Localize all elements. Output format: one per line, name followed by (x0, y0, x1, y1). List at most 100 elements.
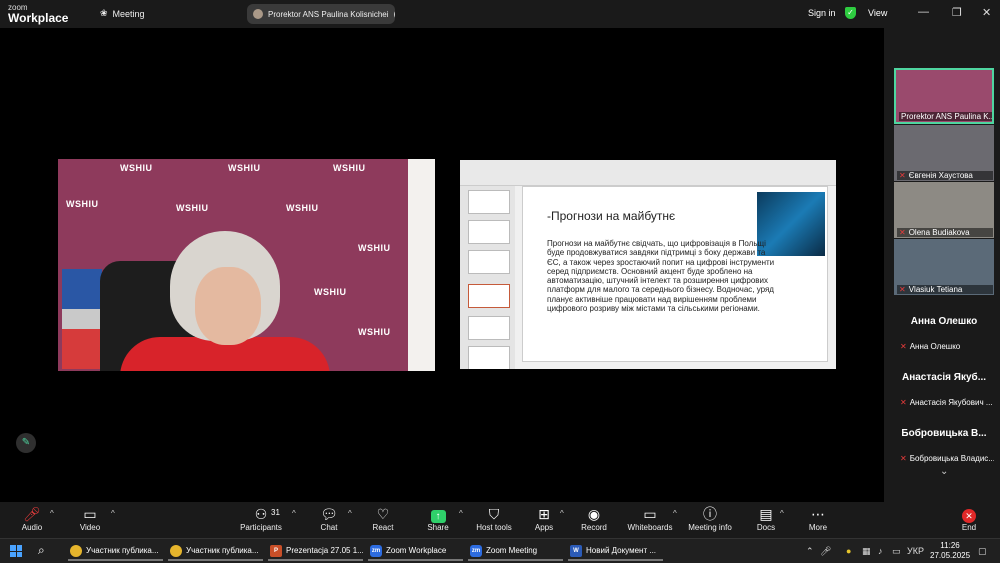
video-caret-icon[interactable]: ^ (111, 509, 115, 518)
muted-mic-icon: ✕ (900, 454, 907, 463)
docs-icon: ▤ (759, 506, 773, 522)
gallery-name: ✕ Vlasiuk Tetiana (897, 285, 993, 294)
sign-in-button[interactable]: Sign in (808, 8, 836, 18)
chat-caret-icon[interactable]: ^ (348, 509, 352, 518)
notifications-icon[interactable]: ▢ (978, 546, 987, 557)
annotate-pencil-icon[interactable]: ✎ (16, 433, 36, 453)
chat-label: Chat (320, 523, 338, 532)
docs-caret-icon[interactable]: ^ (780, 509, 784, 518)
participants-icon: ⚇ (254, 506, 268, 522)
participants-caret-icon[interactable]: ^ (292, 509, 296, 518)
active-speaker-pill[interactable]: Prorektor ANS Paulina Kolisnichei ··· (247, 4, 395, 24)
record-button[interactable]: ◉ Record (564, 505, 624, 532)
windows-start-icon[interactable] (10, 545, 22, 557)
gallery-name: ✕ Євгенія Хаустова (897, 171, 993, 180)
share-label: Share (427, 523, 449, 532)
info-icon: ⓘ (703, 506, 717, 522)
slide-thumbnail[interactable] (468, 220, 510, 244)
slide-thumbnail[interactable] (468, 316, 510, 340)
restore-icon[interactable]: ❐ (952, 6, 962, 19)
end-label: End (961, 523, 977, 532)
muted-mic-icon: ✕ (900, 398, 907, 407)
more-button[interactable]: ⋯ More (788, 505, 848, 532)
record-icon: ◉ (587, 506, 601, 522)
participant-name-text: Бобровицька Владис... (909, 454, 994, 463)
scroll-down-chevron-icon[interactable]: ⌄ (940, 466, 948, 477)
minimize-icon[interactable]: — (918, 6, 929, 18)
participants-label: Participants (240, 523, 282, 532)
end-button[interactable]: ✕ End (939, 505, 999, 532)
taskbar-item-label: Участник публика... (186, 546, 259, 555)
heart-icon: ♡ (376, 506, 390, 522)
react-label: React (372, 523, 394, 532)
share-arrow-icon: ↑ (430, 510, 446, 523)
taskbar-item[interactable]: W Новий Документ ... (568, 542, 663, 561)
end-x-icon: ✕ (962, 509, 976, 523)
network-icon[interactable]: ▦ (862, 546, 871, 557)
shield-check-icon[interactable]: ✓ (845, 7, 856, 19)
gallery-tile[interactable]: Prorektor ANS Paulina K... (894, 68, 994, 124)
taskbar-item[interactable]: P Prezentacja 27.05 1... (268, 542, 363, 561)
close-icon[interactable]: ✕ (982, 6, 991, 19)
current-slide: -Прогнози на майбутнє Прогнози на майбут… (522, 186, 828, 362)
participant-tile[interactable]: Бобровицька В... ✕ Бобровицька Владис... (894, 412, 994, 468)
banner-brand: WSHIU (286, 203, 319, 213)
taskbar-item-label: Prezentacja 27.05 1... (286, 546, 363, 555)
powerpoint-icon: P (270, 544, 282, 557)
audio-caret-icon[interactable]: ^ (50, 509, 54, 518)
banner-brand: WSHIU (228, 163, 261, 173)
gallery-name: Prorektor ANS Paulina K... (899, 112, 994, 121)
gallery-tile[interactable]: ✕ Olena Budiakova (894, 182, 994, 238)
slide-thumbnails[interactable] (460, 186, 515, 369)
slide-thumbnail-active[interactable] (468, 284, 510, 308)
avatar (253, 9, 263, 19)
taskbar-item[interactable]: Участник публика... (168, 542, 263, 561)
participant-name-text: Анна Олешко (909, 342, 961, 351)
battery-icon[interactable]: ▭ (892, 546, 901, 557)
speaker-video-tile[interactable]: WSHIU WSHIU WSHIU WSHIU WSHIU WSHIU WSHI… (58, 159, 435, 371)
powerpoint-ribbon (460, 160, 836, 186)
more-options-icon[interactable]: ··· (393, 8, 395, 20)
gallery-tile[interactable]: ✕ Vlasiuk Tetiana (894, 239, 994, 295)
participants-count-badge: 31 (271, 508, 280, 517)
slide-thumbnail[interactable] (468, 250, 510, 274)
gallery-tile[interactable]: ✕ Євгенія Хаустова (894, 125, 994, 181)
taskbar-item-label: Zoom Meeting (486, 546, 538, 555)
meeting-info-button[interactable]: ⓘ Meeting info (680, 505, 740, 532)
windows-taskbar: ⌕ Участник публика... Участник публика..… (0, 538, 1000, 563)
whiteboards-label: Whiteboards (627, 523, 673, 532)
app-tray-icon[interactable]: ● (846, 546, 851, 556)
whiteboards-caret-icon[interactable]: ^ (673, 509, 677, 518)
gallery-name: ✕ Olena Budiakova (897, 228, 993, 237)
slide-thumbnail[interactable] (468, 190, 510, 214)
shared-screen-tile[interactable]: -Прогнози на майбутнє Прогнози на майбут… (460, 160, 836, 369)
language-indicator[interactable]: УКР (907, 546, 924, 556)
participant-tile[interactable]: Анна Олешко ✕ Анна Олешко (894, 300, 994, 356)
view-button[interactable]: View (868, 8, 887, 18)
gallery-name-text: Vlasiuk Tetiana (908, 285, 963, 294)
participant-name: ✕ Анастасія Якубович ... (900, 398, 994, 407)
whiteboards-button[interactable]: ▭ Whiteboards (620, 505, 680, 532)
react-button[interactable]: ♡ React (353, 505, 413, 532)
docs-button[interactable]: ▤ Docs (736, 505, 796, 532)
volume-icon[interactable]: ♪ (878, 546, 883, 556)
taskbar-item[interactable]: zm Zoom Workplace (368, 542, 463, 561)
chrome-icon (170, 544, 182, 557)
system-clock[interactable]: 11:26 27.05.2025 (930, 541, 970, 561)
meeting-label: Meeting (112, 8, 145, 19)
search-icon[interactable]: ⌕ (38, 543, 45, 558)
taskbar-item[interactable]: zm Zoom Meeting (468, 542, 563, 561)
mic-icon[interactable]: 🎤︎ (820, 546, 831, 557)
participant-name-text: Анастасія Якубович ... (909, 398, 993, 407)
taskbar-item[interactable]: Участник публика... (68, 542, 163, 561)
tray-chevron-icon[interactable]: ⌃ (806, 546, 814, 557)
slide-thumbnail[interactable] (468, 346, 510, 369)
participants-button[interactable]: ⚇ Participants (231, 505, 291, 532)
docs-label: Docs (756, 523, 776, 532)
participant-tile[interactable]: Анастасія Якуб... ✕ Анастасія Якубович ..… (894, 356, 994, 412)
banner-brand: WSHIU (176, 203, 209, 213)
meeting-tab[interactable]: ❀ Meeting (100, 8, 145, 19)
zoom-icon: zm (370, 544, 382, 557)
share-caret-icon[interactable]: ^ (459, 509, 463, 518)
whiteboard-icon: ▭ (643, 506, 657, 522)
